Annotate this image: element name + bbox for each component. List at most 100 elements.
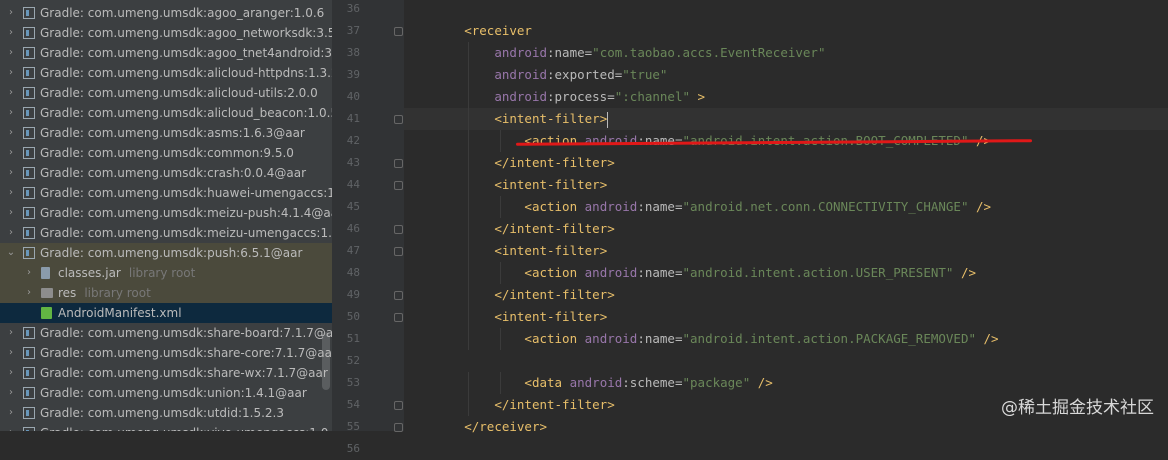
fold-marker-icon[interactable] <box>394 401 403 410</box>
chevron-right-icon[interactable]: › <box>6 343 16 363</box>
library-icon <box>23 227 35 239</box>
tree-item[interactable]: ⌄ Gradle: com.umeng.umsdk:push:6.5.1@aar <box>0 243 332 263</box>
tree-item[interactable]: › classes.jar library root <box>0 263 332 283</box>
fold-marker-icon[interactable] <box>394 115 403 124</box>
tree-item-text: Gradle: com.umeng.umsdk:common:9.5.0 <box>40 146 294 160</box>
code-line[interactable]: <intent-filter> <box>404 240 1168 262</box>
library-icon <box>23 47 35 59</box>
tree-item[interactable]: › Gradle: com.umeng.umsdk:meizu-push:4.1.… <box>0 203 332 223</box>
tree-item-label: Gradle: com.umeng.umsdk:push:6.5.1@aar <box>40 243 302 263</box>
fold-marker-icon[interactable] <box>394 291 403 300</box>
code-line[interactable]: android:process=":channel" > <box>404 86 1168 108</box>
tree-item[interactable]: › Gradle: com.umeng.umsdk:share-wx:7.1.7@… <box>0 363 332 383</box>
chevron-right-icon[interactable]: › <box>24 263 34 283</box>
tree-item-label: Gradle: com.umeng.umsdk:common:9.5.0 <box>40 143 294 163</box>
library-icon <box>23 407 35 419</box>
code-line[interactable] <box>404 438 1168 460</box>
chevron-right-icon[interactable]: › <box>6 83 16 103</box>
xml-file-icon <box>41 307 52 319</box>
fold-marker-icon[interactable] <box>394 225 403 234</box>
code-line[interactable]: android:name="com.taobao.accs.EventRecei… <box>404 42 1168 64</box>
tree-item[interactable]: › Gradle: com.umeng.umsdk:share-board:7.1… <box>0 323 332 343</box>
fold-marker-icon[interactable] <box>394 247 403 256</box>
tree-item-label: Gradle: com.umeng.umsdk:share-board:7.1.… <box>40 323 332 343</box>
tree-item[interactable]: › Gradle: com.umeng.umsdk:share-core:7.1.… <box>0 343 332 363</box>
line-number: 42 <box>346 134 360 147</box>
code-line[interactable]: android:exported="true" <box>404 64 1168 86</box>
chevron-right-icon[interactable]: › <box>24 283 34 303</box>
code-line[interactable]: <receiver <box>404 20 1168 42</box>
fold-marker-icon[interactable] <box>394 159 403 168</box>
tree-item[interactable]: AndroidManifest.xml <box>0 303 332 323</box>
chevron-right-icon[interactable]: › <box>6 323 16 343</box>
chevron-right-icon[interactable]: › <box>6 223 16 243</box>
chevron-right-icon[interactable]: › <box>6 23 16 43</box>
chevron-right-icon[interactable]: › <box>6 183 16 203</box>
tree-item-text: Gradle: com.umeng.umsdk:union:1.4.1@aar <box>40 386 307 400</box>
text-caret <box>607 111 609 128</box>
library-icon <box>23 107 35 119</box>
chevron-right-icon[interactable]: › <box>6 143 16 163</box>
tree-item-text: Gradle: com.umeng.umsdk:meizu-push:4.1.4… <box>40 206 332 220</box>
tree-item-label: Gradle: com.umeng.umsdk:agoo_networksdk:… <box>40 23 332 43</box>
tree-item-text: Gradle: com.umeng.umsdk:asms:1.6.3@aar <box>40 126 305 140</box>
tree-item-label: Gradle: com.umeng.umsdk:alicloud-utils:2… <box>40 83 318 103</box>
chevron-right-icon[interactable]: › <box>6 3 16 23</box>
chevron-right-icon[interactable]: › <box>6 423 16 431</box>
code-line[interactable]: <action android:name="android.net.conn.C… <box>404 196 1168 218</box>
tree-item[interactable]: › Gradle: com.umeng.umsdk:huawei-umengacc… <box>0 183 332 203</box>
code-line[interactable] <box>404 350 1168 372</box>
tree-item[interactable]: › Gradle: com.umeng.umsdk:agoo_tnet4andro… <box>0 43 332 63</box>
chevron-right-icon[interactable]: › <box>6 103 16 123</box>
chevron-right-icon[interactable]: › <box>6 203 16 223</box>
code-line[interactable]: <intent-filter> <box>404 306 1168 328</box>
tree-item[interactable]: › Gradle: com.umeng.umsdk:vivo-umengaccs:… <box>0 423 332 431</box>
tree-item-text: Gradle: com.umeng.umsdk:share-wx:7.1.7@a… <box>40 366 328 380</box>
fold-marker-icon[interactable] <box>394 313 403 322</box>
tree-item-text: Gradle: com.umeng.umsdk:utdid:1.5.2.3 <box>40 406 284 420</box>
tree-item[interactable]: › Gradle: com.umeng.umsdk:alicloud-httpdn… <box>0 63 332 83</box>
code-line[interactable]: </receiver> <box>404 416 1168 438</box>
tree-item[interactable]: › Gradle: com.umeng.umsdk:agoo_networksdk… <box>0 23 332 43</box>
chevron-right-icon[interactable]: › <box>6 163 16 183</box>
chevron-right-icon[interactable]: › <box>6 383 16 403</box>
tree-item[interactable]: › Gradle: com.umeng.umsdk:meizu-umengaccs… <box>0 223 332 243</box>
tree-item-text: Gradle: com.umeng.umsdk:share-core:7.1.7… <box>40 346 332 360</box>
tree-item[interactable]: › Gradle: com.umeng.umsdk:common:9.5.0 <box>0 143 332 163</box>
line-number: 44 <box>346 178 360 191</box>
tree-item-label: Gradle: com.umeng.umsdk:asms:1.6.3@aar <box>40 123 305 143</box>
project-tree[interactable]: › Gradle: com.umeng.umsdk:agoo_aranger:1.… <box>0 0 332 431</box>
tree-item-text: Gradle: com.umeng.umsdk:agoo_tnet4androi… <box>40 46 332 60</box>
tree-item-label: Gradle: com.umeng.umsdk:vivo-umengaccs:1… <box>40 423 332 431</box>
tree-item[interactable]: › Gradle: com.umeng.umsdk:alicloud_beacon… <box>0 103 332 123</box>
tree-item[interactable]: › Gradle: com.umeng.umsdk:agoo_aranger:1.… <box>0 3 332 23</box>
chevron-right-icon[interactable]: › <box>6 63 16 83</box>
fold-marker-icon[interactable] <box>394 27 403 36</box>
tree-item-text: Gradle: com.umeng.umsdk:crash:0.0.4@aar <box>40 166 307 180</box>
library-root-hint: library root <box>84 286 151 300</box>
tree-item[interactable]: › res library root <box>0 283 332 303</box>
line-number: 50 <box>346 310 360 323</box>
tree-item[interactable]: › Gradle: com.umeng.umsdk:alicloud-utils:… <box>0 83 332 103</box>
code-line[interactable]: <intent-filter> <box>404 108 1168 130</box>
chevron-right-icon[interactable]: › <box>6 123 16 143</box>
chevron-right-icon[interactable]: › <box>6 403 16 423</box>
code-line[interactable]: </intent-filter> <box>404 218 1168 240</box>
tree-item-text: AndroidManifest.xml <box>58 306 182 320</box>
line-number: 37 <box>346 24 360 37</box>
chevron-right-icon[interactable]: › <box>6 43 16 63</box>
tree-item[interactable]: › Gradle: com.umeng.umsdk:utdid:1.5.2.3 <box>0 403 332 423</box>
code-line[interactable]: <data android:scheme="package" /> <box>404 372 1168 394</box>
fold-marker-icon[interactable] <box>394 181 403 190</box>
tree-item[interactable]: › Gradle: com.umeng.umsdk:asms:1.6.3@aar <box>0 123 332 143</box>
code-line[interactable]: <action android:name="android.intent.act… <box>404 262 1168 284</box>
code-line[interactable]: </intent-filter> <box>404 284 1168 306</box>
code-line[interactable]: <intent-filter> <box>404 174 1168 196</box>
chevron-down-icon[interactable]: ⌄ <box>6 243 16 263</box>
tree-item[interactable]: › Gradle: com.umeng.umsdk:crash:0.0.4@aar <box>0 163 332 183</box>
tree-item[interactable]: › Gradle: com.umeng.umsdk:union:1.4.1@aar <box>0 383 332 403</box>
code-line[interactable] <box>404 0 1168 20</box>
chevron-right-icon[interactable]: › <box>6 363 16 383</box>
code-line[interactable]: </intent-filter> <box>404 152 1168 174</box>
code-line[interactable]: <action android:name="android.intent.act… <box>404 328 1168 350</box>
